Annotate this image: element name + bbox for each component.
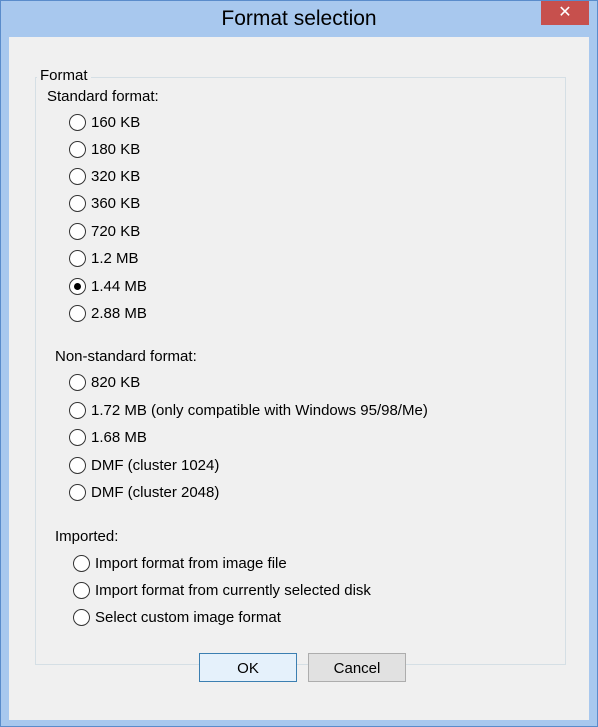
ok-button[interactable]: OK: [199, 653, 297, 682]
radio-option[interactable]: DMF (cluster 1024): [69, 457, 219, 474]
radio-button[interactable]: [73, 609, 90, 626]
radio-label: 2.88 MB: [91, 305, 147, 322]
radio-option[interactable]: Import format from currently selected di…: [73, 582, 371, 599]
radio-button[interactable]: [69, 168, 86, 185]
radio-label: DMF (cluster 2048): [91, 484, 220, 501]
radio-button[interactable]: [73, 555, 90, 572]
radio-option[interactable]: Select custom image format: [73, 609, 281, 626]
radio-button[interactable]: [69, 223, 86, 240]
close-button[interactable]: ✕: [541, 1, 589, 25]
radio-option[interactable]: 160 KB: [69, 114, 140, 131]
radio-label: Select custom image format: [95, 609, 281, 626]
radio-option[interactable]: 1.44 MB: [69, 278, 147, 295]
radio-label: 1.72 MB (only compatible with Windows 95…: [91, 402, 428, 419]
radio-label: 1.2 MB: [91, 250, 139, 267]
radio-label: Import format from currently selected di…: [95, 582, 371, 599]
radio-button[interactable]: [69, 484, 86, 501]
radio-label: 360 KB: [91, 195, 141, 212]
radio-option[interactable]: DMF (cluster 2048): [69, 484, 219, 501]
radio-option[interactable]: 180 KB: [69, 141, 140, 158]
radio-label: 320 KB: [91, 168, 141, 185]
radio-label: DMF (cluster 1024): [91, 457, 220, 474]
radio-label: 180 KB: [91, 141, 141, 158]
radio-option[interactable]: 820 KB: [69, 374, 140, 391]
title-bar[interactable]: Format selection ✕: [1, 1, 597, 37]
radio-option[interactable]: 360 KB: [69, 195, 140, 212]
radio-option[interactable]: 1.68 MB: [69, 429, 147, 446]
radio-button[interactable]: [69, 278, 86, 295]
dialog-client-area: Format Standard format: 160 KB 180 KB 32…: [9, 37, 589, 720]
radio-option[interactable]: 1.72 MB (only compatible with Windows 95…: [69, 402, 428, 419]
radio-label: 820 KB: [91, 374, 141, 391]
format-groupbox: [35, 77, 566, 665]
radio-label: 1.68 MB: [91, 429, 147, 446]
window-title: Format selection: [221, 7, 377, 30]
radio-button[interactable]: [69, 429, 86, 446]
radio-label: 720 KB: [91, 223, 141, 240]
radio-button[interactable]: [69, 250, 86, 267]
radio-option[interactable]: 2.88 MB: [69, 305, 147, 322]
radio-option[interactable]: 720 KB: [69, 223, 140, 240]
close-icon: ✕: [558, 4, 572, 21]
radio-option[interactable]: 1.2 MB: [69, 250, 139, 267]
radio-button[interactable]: [69, 402, 86, 419]
nonstandard-format-label: Non-standard format:: [55, 348, 197, 365]
radio-label: Import format from image file: [95, 555, 287, 572]
radio-button[interactable]: [69, 457, 86, 474]
radio-button[interactable]: [69, 141, 86, 158]
radio-option[interactable]: 320 KB: [69, 168, 140, 185]
dialog-window: Format selection ✕ Format Standard forma…: [0, 0, 598, 727]
format-group-legend: Format: [37, 67, 91, 84]
radio-label: 160 KB: [91, 114, 141, 131]
radio-button[interactable]: [69, 305, 86, 322]
radio-label: 1.44 MB: [91, 278, 147, 295]
radio-option[interactable]: Import format from image file: [73, 555, 287, 572]
radio-button[interactable]: [69, 374, 86, 391]
radio-button[interactable]: [69, 114, 86, 131]
radio-button[interactable]: [73, 582, 90, 599]
standard-format-label: Standard format:: [47, 88, 159, 105]
cancel-button[interactable]: Cancel: [308, 653, 406, 682]
radio-button[interactable]: [69, 195, 86, 212]
imported-label: Imported:: [55, 528, 119, 545]
